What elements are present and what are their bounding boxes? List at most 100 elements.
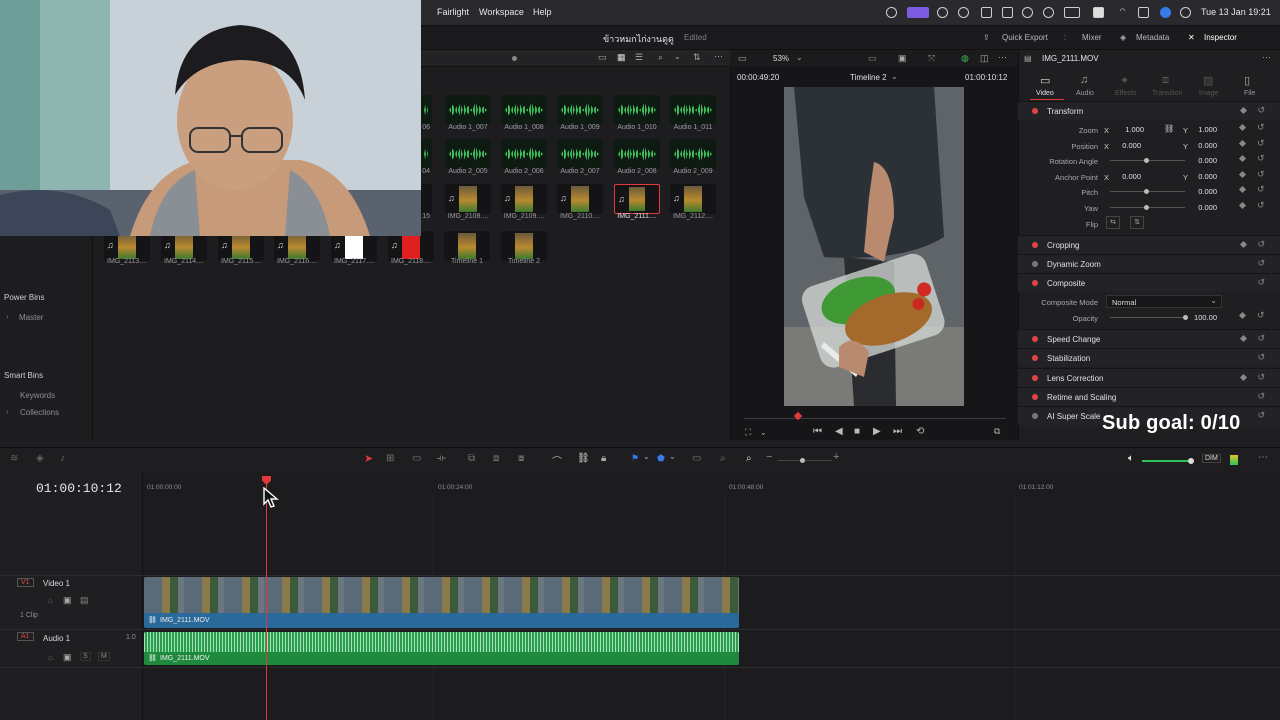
tab-video[interactable]: Video (1036, 90, 1054, 97)
siri-icon[interactable] (1160, 7, 1171, 18)
reset-icon[interactable]: ↺ (1257, 153, 1265, 164)
loop-icon[interactable]: ⟲ (916, 426, 924, 437)
enable-toggle[interactable] (1032, 375, 1038, 381)
media-clip-audio[interactable] (614, 95, 660, 125)
opacity-slider[interactable] (1110, 317, 1185, 318)
enable-toggle[interactable] (1032, 280, 1038, 286)
viewer-layout-icon[interactable]: ▭ (738, 53, 747, 64)
section-retime-scaling[interactable]: Retime and Scaling ↺ (1018, 387, 1280, 406)
keyframe-icon[interactable] (1239, 240, 1248, 249)
trim-tool-icon[interactable]: ⊞ (386, 453, 394, 464)
zoom-slider[interactable] (778, 460, 832, 461)
section-lens-correction[interactable]: Lens Correction ↺ (1018, 368, 1280, 387)
zoom-full-icon[interactable]: ▭ (692, 453, 701, 464)
transform-tool-icon[interactable]: ⤧ (928, 53, 935, 64)
reset-icon[interactable]: ↺ (1257, 105, 1265, 116)
selection-tool-icon[interactable]: ➤ (364, 452, 373, 465)
scrubber-track[interactable] (744, 418, 1006, 419)
flag-icon[interactable]: ⚑ (631, 453, 639, 464)
pitch-field[interactable]: 0.000 (1186, 187, 1220, 197)
dual-viewer-icon[interactable]: ◫ (980, 53, 989, 64)
stop-icon[interactable]: ■ (854, 426, 860, 437)
panel-toggle-icon[interactable]: ▤ (1024, 54, 1032, 63)
media-clip-video-selected[interactable]: ♫ (614, 184, 660, 214)
media-clip-audio[interactable] (670, 139, 716, 169)
inspector-button[interactable]: Inspector (1204, 33, 1237, 42)
enable-toggle[interactable] (1032, 336, 1038, 342)
zoom-custom-icon[interactable]: ⌕ (746, 453, 752, 464)
media-clip-audio[interactable] (670, 95, 716, 125)
overwrite-clip-icon[interactable]: ⧈ (493, 453, 499, 464)
list-view-icon[interactable]: ☰ (635, 52, 643, 63)
chevron-down-icon[interactable]: ⌄ (760, 428, 767, 437)
metadata-view-icon[interactable]: ▭ (598, 52, 607, 63)
chevron-down-icon[interactable]: ⌄ (674, 52, 681, 61)
jump-end-icon[interactable]: ⏭ (893, 426, 902, 437)
zoom-level[interactable]: 53% (773, 54, 789, 63)
reset-icon[interactable]: ↺ (1257, 410, 1265, 421)
section-cropping[interactable]: Cropping ↺ (1018, 235, 1280, 254)
reset-icon[interactable]: ↺ (1257, 184, 1265, 195)
enable-toggle[interactable] (1032, 355, 1038, 361)
position-y-field[interactable]: 0.000 (1186, 141, 1220, 151)
quick-export-button[interactable]: Quick Export (1002, 33, 1048, 42)
yaw-field[interactable]: 0.000 (1186, 203, 1220, 213)
section-stabilization[interactable]: Stabilization ↺ (1018, 348, 1280, 367)
media-clip-audio[interactable] (420, 95, 432, 125)
viewer-frame[interactable] (784, 87, 964, 406)
reset-icon[interactable]: ↺ (1257, 372, 1265, 383)
timeline-ruler[interactable] (143, 478, 1280, 494)
play-icon[interactable]: ▶ (873, 426, 881, 437)
keyframe-icon[interactable] (1239, 373, 1248, 382)
sort-icon[interactable]: ⇅ (693, 52, 701, 63)
menu-help[interactable]: Help (533, 7, 552, 17)
reset-icon[interactable]: ↺ (1257, 239, 1265, 250)
smart-bins-header[interactable]: Smart Bins (4, 371, 43, 380)
reset-icon[interactable]: ↺ (1257, 352, 1265, 363)
keyframe-icon[interactable] (1239, 334, 1248, 343)
video-clip[interactable]: ⛓ IMG_2111.MOV (144, 577, 739, 628)
play-icon[interactable] (1022, 7, 1033, 18)
reset-icon[interactable]: ↺ (1257, 200, 1265, 211)
zoom-y-field[interactable]: 1.000 (1186, 125, 1220, 135)
chevron-right-icon[interactable]: › (6, 407, 9, 416)
enable-toggle[interactable] (1032, 261, 1038, 267)
rotation-field[interactable]: 0.000 (1186, 156, 1220, 166)
solo-button[interactable]: S (80, 652, 91, 661)
anchor-x-field[interactable]: 0.000 (1110, 172, 1144, 182)
media-clip-audio[interactable] (445, 139, 491, 169)
menu-clock[interactable]: Tue 13 Jan 19:21 (1201, 7, 1271, 17)
account-icon[interactable] (1043, 7, 1054, 18)
file-tab-icon[interactable]: ▯ (1244, 74, 1250, 87)
slider-knob[interactable] (1188, 458, 1194, 464)
speaker-icon[interactable]: 🔈︎ (1128, 453, 1134, 464)
timeline-selector[interactable]: Timeline 2 (850, 73, 887, 82)
auto-select-icon[interactable]: ▣ (63, 652, 72, 663)
track-id-v1[interactable]: V1 (17, 578, 34, 587)
mixer-button[interactable]: Mixer (1082, 33, 1102, 42)
slider-knob[interactable] (1144, 189, 1149, 194)
marker-icon[interactable]: ⬟ (657, 453, 665, 464)
composite-mode-dropdown[interactable]: Normal ⌄ (1106, 295, 1222, 308)
power-bins-header[interactable]: Power Bins (4, 293, 44, 302)
timeline-item[interactable] (444, 231, 490, 261)
n-app-icon[interactable] (1002, 7, 1013, 18)
section-composite[interactable]: Composite ↺ (1018, 273, 1280, 292)
reset-icon[interactable]: ↺ (1257, 310, 1265, 321)
network-icon[interactable] (958, 7, 969, 18)
audio-clip[interactable]: ⛓ IMG_2111.MOV (144, 632, 739, 665)
anchor-y-field[interactable]: 0.000 (1186, 172, 1220, 182)
bin-master[interactable]: Master (19, 313, 43, 322)
playhead[interactable] (266, 478, 267, 720)
timeline-layout-icon[interactable]: ≋ (10, 453, 18, 464)
flip-vertical-icon[interactable]: ⇅ (1130, 216, 1144, 229)
jump-start-icon[interactable]: ⏮ (813, 426, 822, 437)
zoom-in-icon[interactable]: + (833, 451, 839, 463)
focus-icon[interactable] (1180, 7, 1191, 18)
view-options-icon[interactable]: ▭ (868, 53, 877, 64)
reset-icon[interactable]: ↺ (1257, 138, 1265, 149)
slider-knob[interactable] (1144, 205, 1149, 210)
media-clip-audio[interactable] (557, 95, 603, 125)
flip-horizontal-icon[interactable]: ⇆ (1106, 216, 1120, 229)
keyboard-input-icon[interactable] (1093, 7, 1104, 18)
